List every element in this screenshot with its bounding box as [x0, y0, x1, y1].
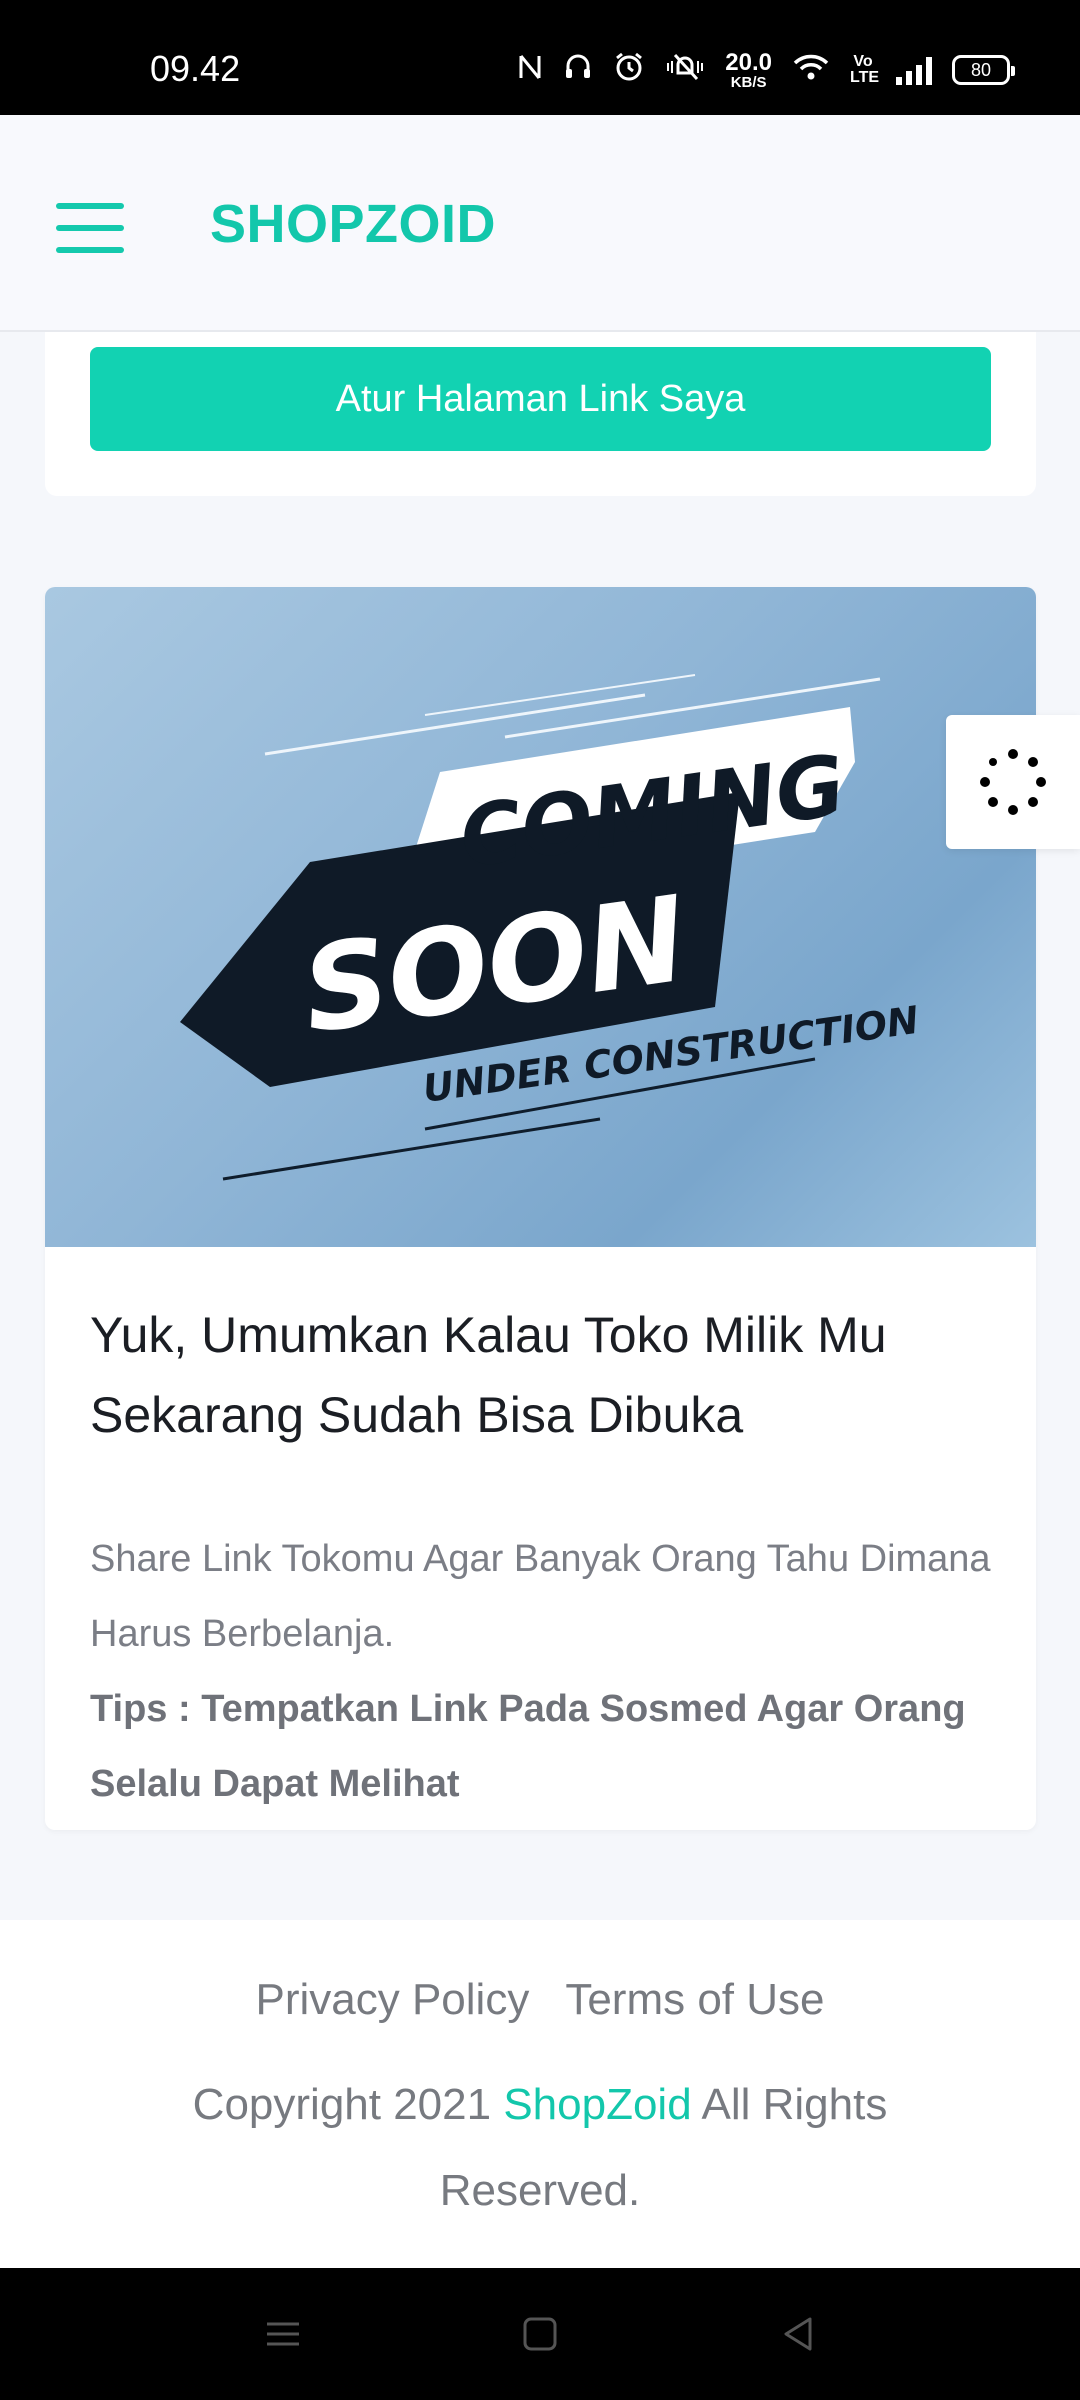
terms-of-use-link[interactable]: Terms of Use — [565, 1975, 824, 2025]
link-card: Atur Halaman Link Saya — [45, 332, 1036, 496]
signal-icon — [896, 55, 932, 85]
loading-spinner-icon — [980, 749, 1046, 815]
headset-icon — [563, 52, 593, 88]
loading-widget[interactable] — [946, 715, 1080, 849]
app-header: SHOPZOID — [0, 115, 1080, 332]
brand-logo[interactable]: SHOPZOID — [210, 193, 496, 255]
battery-icon: 80 — [952, 55, 1015, 85]
coming-soon-image: COMING SOON UNDER CONSTRUCTION — [45, 587, 1036, 1247]
network-speed: 20.0 KB/S — [725, 48, 772, 91]
wifi-icon — [792, 52, 830, 88]
nfc-icon — [517, 52, 543, 88]
alarm-icon — [613, 51, 645, 89]
nav-back-icon[interactable] — [778, 2314, 818, 2354]
privacy-policy-link[interactable]: Privacy Policy — [255, 1975, 529, 2025]
status-time: 09.42 — [150, 48, 241, 89]
shopzoid-link[interactable]: ShopZoid — [503, 2080, 691, 2129]
status-bar: 09.42 20.0 KB/S Vo LTE 80 — [0, 0, 1080, 115]
status-icons: 20.0 KB/S Vo LTE 80 — [517, 48, 1015, 92]
nav-home-icon[interactable] — [520, 2314, 560, 2354]
copyright-prefix: Copyright 2021 — [192, 2080, 492, 2129]
promo-title: Yuk, Umumkan Kalau Toko Milik Mu Sekaran… — [90, 1307, 887, 1443]
system-nav-bar — [0, 2268, 1080, 2400]
copyright-text: Copyright 2021 ShopZoid All Rights Reser… — [140, 2062, 940, 2234]
promo-card: COMING SOON UNDER CONSTRUCTION Yuk, Umum… — [45, 587, 1036, 1830]
nav-menu-icon[interactable] — [263, 2314, 303, 2354]
volte-indicator: Vo LTE — [850, 53, 880, 86]
vibrate-icon — [665, 51, 705, 89]
promo-description: Share Link Tokomu Agar Banyak Orang Tahu… — [90, 1538, 991, 1655]
menu-icon[interactable] — [56, 203, 124, 253]
footer-links: Privacy Policy Terms of Use — [0, 1975, 1080, 2025]
promo-tips: Tips : Tempatkan Link Pada Sosmed Agar O… — [90, 1688, 966, 1805]
manage-link-page-button[interactable]: Atur Halaman Link Saya — [90, 347, 991, 451]
site-footer: Privacy Policy Terms of Use Copyright 20… — [0, 1920, 1080, 2268]
